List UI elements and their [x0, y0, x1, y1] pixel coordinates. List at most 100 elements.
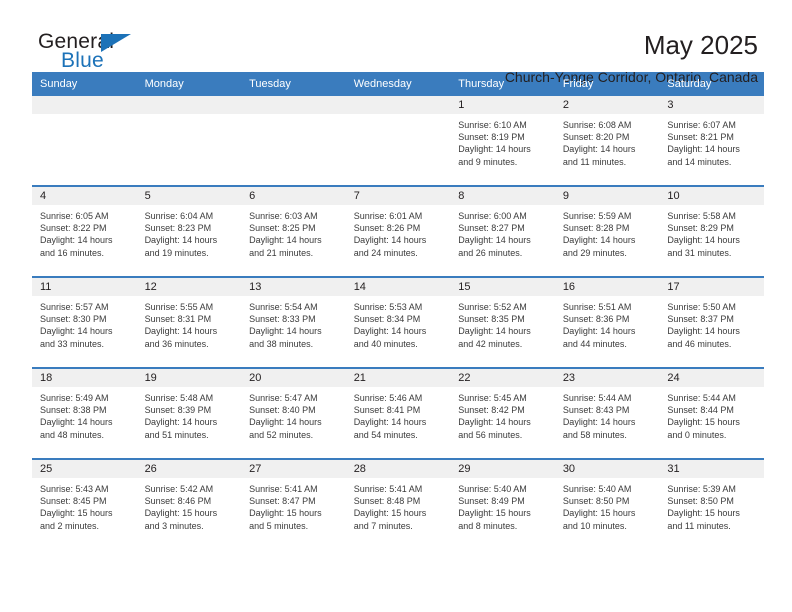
- day-details: Sunrise: 5:49 AM Sunset: 8:38 PM Daylight:…: [32, 387, 137, 441]
- daylight-text-cont: and 46 minutes.: [667, 338, 732, 349]
- page-subtitle: Church-Yonge Corridor, Ontario, Canada: [504, 69, 758, 85]
- day-details: Sunrise: 5:58 AM Sunset: 8:29 PM Daylight:…: [659, 205, 764, 259]
- sunset-text: Sunset: 8:33 PM: [249, 314, 316, 325]
- sunset-text: Sunset: 8:41 PM: [353, 405, 421, 416]
- calendar-day-cell[interactable]: 20 Sunrise: 5:47 AM Sunset: 8:40 PM Dayligh…: [241, 367, 346, 459]
- sunrise-text: Sunrise: 5:54 AM: [249, 302, 318, 312]
- calendar-day-cell[interactable]: 15 Sunrise: 5:52 AM Sunset: 8:35 PM Dayligh…: [450, 276, 555, 368]
- sunrise-text: Sunrise: 5:52 AM: [458, 302, 527, 312]
- daylight-text: Daylight: 14 hours: [667, 326, 740, 337]
- day-number: [241, 96, 346, 114]
- sunset-text: Sunset: 8:43 PM: [562, 405, 630, 416]
- calendar-day-cell[interactable]: 14 Sunrise: 5:53 AM Sunset: 8:34 PM Dayligh…: [345, 276, 451, 368]
- day-details: Sunrise: 5:39 AM Sunset: 8:50 PM Daylight:…: [659, 478, 764, 532]
- daylight-text: Daylight: 14 hours: [458, 235, 531, 246]
- day-details: Sunrise: 5:44 AM Sunset: 8:44 PM Daylight:…: [659, 387, 764, 441]
- sunset-text: Sunset: 8:25 PM: [249, 223, 316, 234]
- calendar-day-cell[interactable]: 23 Sunrise: 5:44 AM Sunset: 8:43 PM Dayligh…: [554, 367, 660, 459]
- calendar-day-cell[interactable]: 4 Sunrise: 6:05 AM Sunset: 8:22 PM Daylight…: [32, 185, 137, 277]
- calendar-day-cell[interactable]: 26 Sunrise: 5:42 AM Sunset: 8:46 PM Dayligh…: [136, 458, 242, 549]
- day-number: 18: [32, 369, 137, 387]
- daylight-text-cont: and 44 minutes.: [562, 338, 627, 349]
- calendar-day-cell[interactable]: 17 Sunrise: 5:50 AM Sunset: 8:37 PM Dayligh…: [659, 276, 764, 368]
- page-title: May 2025: [643, 30, 758, 60]
- general-blue-logo[interactable]: General Blue: [32, 30, 152, 82]
- weekday-header-monday: Monday: [136, 72, 242, 96]
- sunrise-text: Sunrise: 5:40 AM: [458, 484, 527, 494]
- daylight-text-cont: and 11 minutes.: [667, 520, 731, 531]
- day-details: Sunrise: 5:45 AM Sunset: 8:42 PM Daylight:…: [450, 387, 555, 441]
- daylight-text-cont: and 42 minutes.: [458, 338, 523, 349]
- calendar-day-cell[interactable]: 13 Sunrise: 5:54 AM Sunset: 8:33 PM Dayligh…: [241, 276, 346, 368]
- calendar-day-cell[interactable]: 29 Sunrise: 5:40 AM Sunset: 8:49 PM Dayligh…: [450, 458, 555, 549]
- calendar-day-cell[interactable]: 30 Sunrise: 5:40 AM Sunset: 8:50 PM Dayligh…: [554, 458, 660, 549]
- daylight-text-cont: and 38 minutes.: [249, 338, 314, 349]
- calendar-day-cell[interactable]: 19 Sunrise: 5:48 AM Sunset: 8:39 PM Dayligh…: [136, 367, 242, 459]
- sunrise-sunset-calendar: Sunday Monday Tuesday Wednesday Thursday…: [32, 72, 764, 549]
- sunset-text: Sunset: 8:21 PM: [667, 132, 734, 143]
- day-number: 30: [554, 460, 660, 478]
- day-number: 11: [32, 278, 137, 296]
- sunset-text: Sunset: 8:44 PM: [667, 405, 734, 416]
- day-details: Sunrise: 5:41 AM Sunset: 8:48 PM Daylight:…: [346, 478, 451, 532]
- daylight-text-cont: and 3 minutes.: [144, 520, 204, 531]
- sunset-text: Sunset: 8:22 PM: [40, 223, 107, 234]
- daylight-text-cont: and 14 minutes.: [667, 156, 732, 167]
- sunrise-text: Sunrise: 6:01 AM: [353, 211, 423, 221]
- sunrise-text: Sunrise: 5:47 AM: [249, 393, 318, 403]
- calendar-day-cell[interactable]: 11 Sunrise: 5:57 AM Sunset: 8:30 PM Dayligh…: [32, 276, 137, 368]
- sunrise-text: Sunrise: 5:40 AM: [562, 484, 632, 494]
- calendar-day-cell[interactable]: 31 Sunrise: 5:39 AM Sunset: 8:50 PM Dayligh…: [659, 458, 764, 549]
- sunrise-text: Sunrise: 6:10 AM: [458, 120, 527, 130]
- sunrise-text: Sunrise: 5:57 AM: [40, 302, 109, 312]
- daylight-text-cont: and 8 minutes.: [458, 520, 518, 531]
- day-number: 27: [241, 460, 346, 478]
- day-details: [346, 114, 451, 119]
- sunset-text: Sunset: 8:34 PM: [353, 314, 421, 325]
- calendar-day-cell[interactable]: 9 Sunrise: 5:59 AM Sunset: 8:28 PM Daylight…: [554, 185, 660, 277]
- daylight-text-cont: and 5 minutes.: [249, 520, 309, 531]
- day-details: Sunrise: 5:41 AM Sunset: 8:47 PM Daylight:…: [241, 478, 346, 532]
- sunrise-text: Sunrise: 5:48 AM: [144, 393, 214, 403]
- day-number: 8: [450, 187, 555, 205]
- calendar-day-cell[interactable]: 3 Sunrise: 6:07 AM Sunset: 8:21 PM Daylight…: [659, 96, 764, 186]
- daylight-text-cont: and 48 minutes.: [40, 429, 105, 440]
- calendar-day-cell[interactable]: 22 Sunrise: 5:45 AM Sunset: 8:42 PM Dayligh…: [450, 367, 555, 459]
- daylight-text: Daylight: 14 hours: [40, 417, 113, 428]
- calendar-day-cell[interactable]: 2 Sunrise: 6:08 AM Sunset: 8:20 PM Daylight…: [554, 96, 660, 186]
- day-details: Sunrise: 5:42 AM Sunset: 8:46 PM Daylight:…: [137, 478, 242, 532]
- daylight-text: Daylight: 15 hours: [249, 508, 322, 519]
- sunset-text: Sunset: 8:19 PM: [458, 132, 525, 143]
- daylight-text-cont: and 0 minutes.: [667, 429, 727, 440]
- daylight-text: Daylight: 14 hours: [353, 235, 427, 246]
- sunset-text: Sunset: 8:38 PM: [40, 405, 107, 416]
- calendar-day-cell[interactable]: 18 Sunrise: 5:49 AM Sunset: 8:38 PM Dayligh…: [32, 367, 137, 459]
- calendar-week-row: 18 Sunrise: 5:49 AM Sunset: 8:38 PM Dayligh…: [32, 367, 764, 459]
- day-number: 20: [241, 369, 346, 387]
- calendar-week-row: 25 Sunrise: 5:43 AM Sunset: 8:45 PM Dayligh…: [32, 458, 764, 549]
- daylight-text-cont: and 2 minutes.: [40, 520, 100, 531]
- calendar-day-cell[interactable]: 5 Sunrise: 6:04 AM Sunset: 8:23 PM Daylight…: [136, 185, 242, 277]
- daylight-text: Daylight: 14 hours: [458, 417, 531, 428]
- calendar-day-cell[interactable]: 16 Sunrise: 5:51 AM Sunset: 8:36 PM Dayligh…: [554, 276, 660, 368]
- day-number: 28: [345, 460, 451, 478]
- day-number: 14: [345, 278, 451, 296]
- calendar-day-cell[interactable]: 7 Sunrise: 6:01 AM Sunset: 8:26 PM Daylight…: [345, 185, 451, 277]
- day-details: Sunrise: 5:48 AM Sunset: 8:39 PM Daylight:…: [137, 387, 242, 441]
- calendar-day-cell[interactable]: 27 Sunrise: 5:41 AM Sunset: 8:47 PM Dayligh…: [241, 458, 346, 549]
- sunset-text: Sunset: 8:26 PM: [353, 223, 421, 234]
- sunrise-text: Sunrise: 5:59 AM: [562, 211, 632, 221]
- calendar-day-cell[interactable]: 8 Sunrise: 6:00 AM Sunset: 8:27 PM Daylight…: [450, 185, 555, 277]
- calendar-day-cell[interactable]: 24 Sunrise: 5:44 AM Sunset: 8:44 PM Dayligh…: [659, 367, 764, 459]
- calendar-day-cell[interactable]: 1 Sunrise: 6:10 AM Sunset: 8:19 PM Daylight…: [450, 96, 555, 186]
- calendar-day-cell[interactable]: 25 Sunrise: 5:43 AM Sunset: 8:45 PM Dayligh…: [32, 458, 137, 549]
- calendar-day-cell[interactable]: 6 Sunrise: 6:03 AM Sunset: 8:25 PM Daylight…: [241, 185, 346, 277]
- calendar-day-cell[interactable]: 12 Sunrise: 5:55 AM Sunset: 8:31 PM Dayligh…: [136, 276, 242, 368]
- day-number: 25: [32, 460, 137, 478]
- calendar-day-cell[interactable]: 28 Sunrise: 5:41 AM Sunset: 8:48 PM Dayligh…: [345, 458, 451, 549]
- sunrise-text: Sunrise: 5:58 AM: [667, 211, 736, 221]
- calendar-day-cell[interactable]: 21 Sunrise: 5:46 AM Sunset: 8:41 PM Dayligh…: [345, 367, 451, 459]
- sunrise-text: Sunrise: 6:08 AM: [562, 120, 632, 130]
- calendar-day-cell[interactable]: 10 Sunrise: 5:58 AM Sunset: 8:29 PM Dayligh…: [659, 185, 764, 277]
- day-details: Sunrise: 6:03 AM Sunset: 8:25 PM Daylight:…: [241, 205, 346, 259]
